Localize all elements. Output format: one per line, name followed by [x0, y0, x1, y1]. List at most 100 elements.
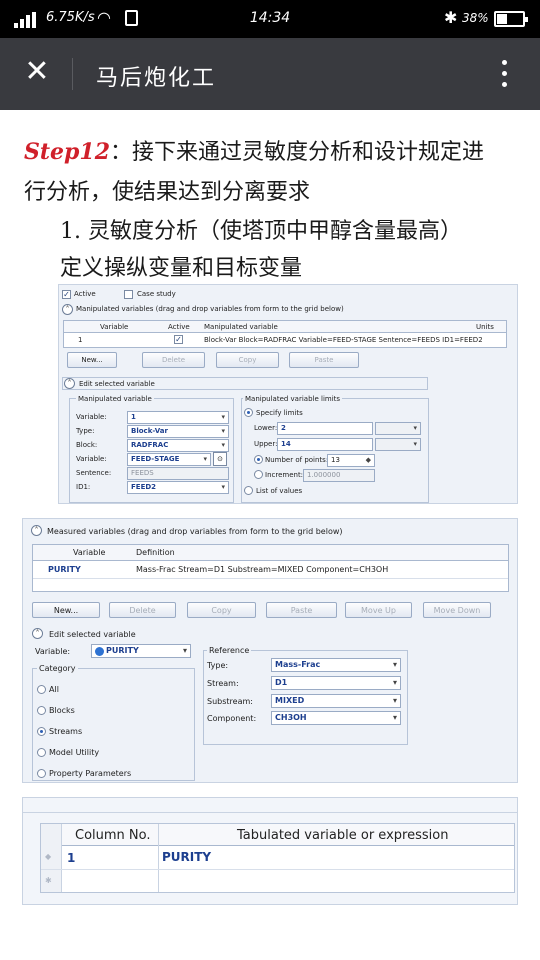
more-vertical-icon[interactable]	[494, 56, 514, 92]
category-blocks-radio[interactable]	[37, 706, 46, 715]
close-icon[interactable]: ✕	[22, 57, 52, 87]
title-bar: ✕ 马后炮化工	[0, 38, 540, 110]
number-of-points-input[interactable]: 13 ◆	[327, 454, 375, 467]
article-line-2: 行分析，使结果达到分离要求	[24, 180, 311, 205]
table-row-variable[interactable]: PURITY	[48, 565, 81, 574]
table-row-variable[interactable]: 1	[78, 336, 82, 344]
variable-status-icon	[95, 647, 104, 656]
measured-col-variable: Variable	[73, 548, 106, 557]
case-study-label: Case study	[137, 290, 176, 298]
tabulate-col-number: Column No.	[75, 828, 151, 843]
increment-radio[interactable]	[254, 470, 263, 479]
specify-limits-label: Specify limits	[256, 409, 303, 417]
measured-col-definition: Definition	[136, 548, 175, 557]
new-row-marker-icon: ✱	[45, 876, 52, 885]
measured-section-title: Measured variables (drag and drop variab…	[47, 527, 343, 536]
edit-section-title: Edit selected variable	[79, 380, 155, 388]
collapse-icon[interactable]: ˄	[64, 378, 75, 389]
delete-button[interactable]: Delete	[109, 602, 176, 618]
chevron-down-icon: ▾	[221, 483, 225, 491]
chevron-down-icon: ▾	[392, 713, 397, 722]
table-row-definition[interactable]: Mass-Frac Stream=D1 Substream=MIXED Comp…	[136, 565, 388, 574]
collapse-icon[interactable]: ˄	[32, 628, 43, 639]
id1-select[interactable]: FEED2 ▾	[127, 481, 229, 494]
table-row-manipulated[interactable]: Block-Var Block=RADFRAC Variable=FEED-ST…	[204, 336, 483, 344]
chevron-down-icon: ▾	[392, 660, 397, 669]
tabulate-panel: Column No. Tabulated variable or express…	[22, 797, 518, 905]
category-all-label: All	[49, 685, 59, 694]
category-all-radio[interactable]	[37, 685, 46, 694]
number-of-points-radio[interactable]	[254, 455, 263, 464]
mv-group-title: Manipulated variable	[76, 395, 154, 403]
reference-stream-select[interactable]: D1 ▾	[271, 676, 401, 690]
category-model-utility-label: Model Utility	[49, 748, 100, 757]
article-line-3: 1. 灵敏度分析（使塔顶中甲醇含量最高）	[60, 219, 462, 244]
lower-label: Lower:	[254, 424, 278, 432]
battery-icon	[494, 11, 528, 27]
category-model-utility-radio[interactable]	[37, 748, 46, 757]
reference-title: Reference	[207, 646, 252, 655]
lower-input[interactable]: 2	[277, 422, 373, 435]
article-line-4: 定义操纵变量和目标变量	[60, 256, 303, 281]
active-checkbox[interactable]: ✓	[62, 290, 71, 299]
field-label: Sentence:	[76, 469, 112, 477]
variable-select[interactable]: 1 ▾	[127, 411, 229, 424]
chevron-down-icon: ▾	[221, 413, 225, 421]
active-label: Active	[74, 290, 96, 298]
chevron-down-icon: ▾	[221, 441, 225, 449]
specify-limits-radio[interactable]	[244, 408, 253, 417]
number-of-points-label: Number of points:	[265, 456, 329, 464]
step-label: Step12	[24, 139, 111, 165]
mv-col-manipulated: Manipulated variable	[204, 323, 278, 331]
table-row-expression[interactable]: PURITY	[162, 850, 211, 864]
variable-label: Variable:	[35, 647, 71, 656]
mv-grid: Variable Active Manipulated variable Uni…	[63, 320, 507, 348]
measured-variable-select[interactable]: PURITY ▾	[91, 644, 191, 658]
paste-button[interactable]: Paste	[289, 352, 359, 368]
battery-percent: 38%	[462, 11, 489, 25]
table-row-active-checkbox[interactable]: ✓	[174, 335, 183, 344]
category-title: Category	[37, 664, 78, 673]
case-study-checkbox[interactable]	[124, 290, 133, 299]
collapse-icon[interactable]: ˄	[31, 525, 42, 536]
reference-substream-select[interactable]: MIXED ▾	[271, 694, 401, 708]
increment-input: 1.000000	[303, 469, 375, 482]
list-of-values-radio[interactable]	[244, 486, 253, 495]
upper-label: Upper:	[254, 440, 278, 448]
paste-button[interactable]: Paste	[266, 602, 337, 618]
increment-label: Increment:	[265, 471, 304, 479]
new-button[interactable]: New...	[67, 352, 117, 368]
mv-col-active: Active	[168, 323, 190, 331]
block-variable-select[interactable]: FEED-STAGE ▾	[127, 453, 211, 466]
copy-button[interactable]: Copy	[187, 602, 256, 618]
row-marker-icon: ◆	[45, 852, 52, 861]
chevron-down-icon: ▾	[413, 440, 417, 448]
collapse-icon[interactable]: ˄	[62, 304, 73, 315]
reference-label: Stream:	[207, 679, 239, 688]
field-label: Variable:	[76, 455, 107, 463]
bluetooth-icon: ✱	[444, 8, 458, 27]
move-up-button[interactable]: Move Up	[345, 602, 412, 618]
limits-group-title: Manipulated variable limits	[243, 395, 343, 403]
delete-button[interactable]: Delete	[142, 352, 205, 368]
copy-button[interactable]: Copy	[216, 352, 279, 368]
block-select[interactable]: RADFRAC ▾	[127, 439, 229, 452]
new-button[interactable]: New...	[32, 602, 100, 618]
reference-label: Component:	[207, 714, 257, 723]
article-line-1-text: ：接下来通过灵敏度分析和设计规定进	[110, 140, 485, 165]
reference-component-select[interactable]: CH3OH ▾	[271, 711, 401, 725]
reference-type-select[interactable]: Mass-Frac ▾	[271, 658, 401, 672]
lower-units-select: ▾	[375, 422, 421, 435]
field-label: Block:	[76, 441, 98, 449]
measured-variables-panel: ˄ Measured variables (drag and drop vari…	[22, 518, 518, 783]
table-row-column-no[interactable]: 1	[67, 851, 75, 865]
binoculars-icon[interactable]: ⊙	[213, 452, 227, 466]
move-down-button[interactable]: Move Down	[423, 602, 491, 618]
type-select[interactable]: Block-Var ▾	[127, 425, 229, 438]
title-divider	[72, 58, 73, 90]
upper-input[interactable]: 14	[277, 438, 373, 451]
category-property-parameters-radio[interactable]	[37, 769, 46, 778]
field-label: Variable:	[76, 413, 107, 421]
spinner-icon: ◆	[365, 456, 371, 464]
category-streams-radio[interactable]	[37, 727, 46, 736]
